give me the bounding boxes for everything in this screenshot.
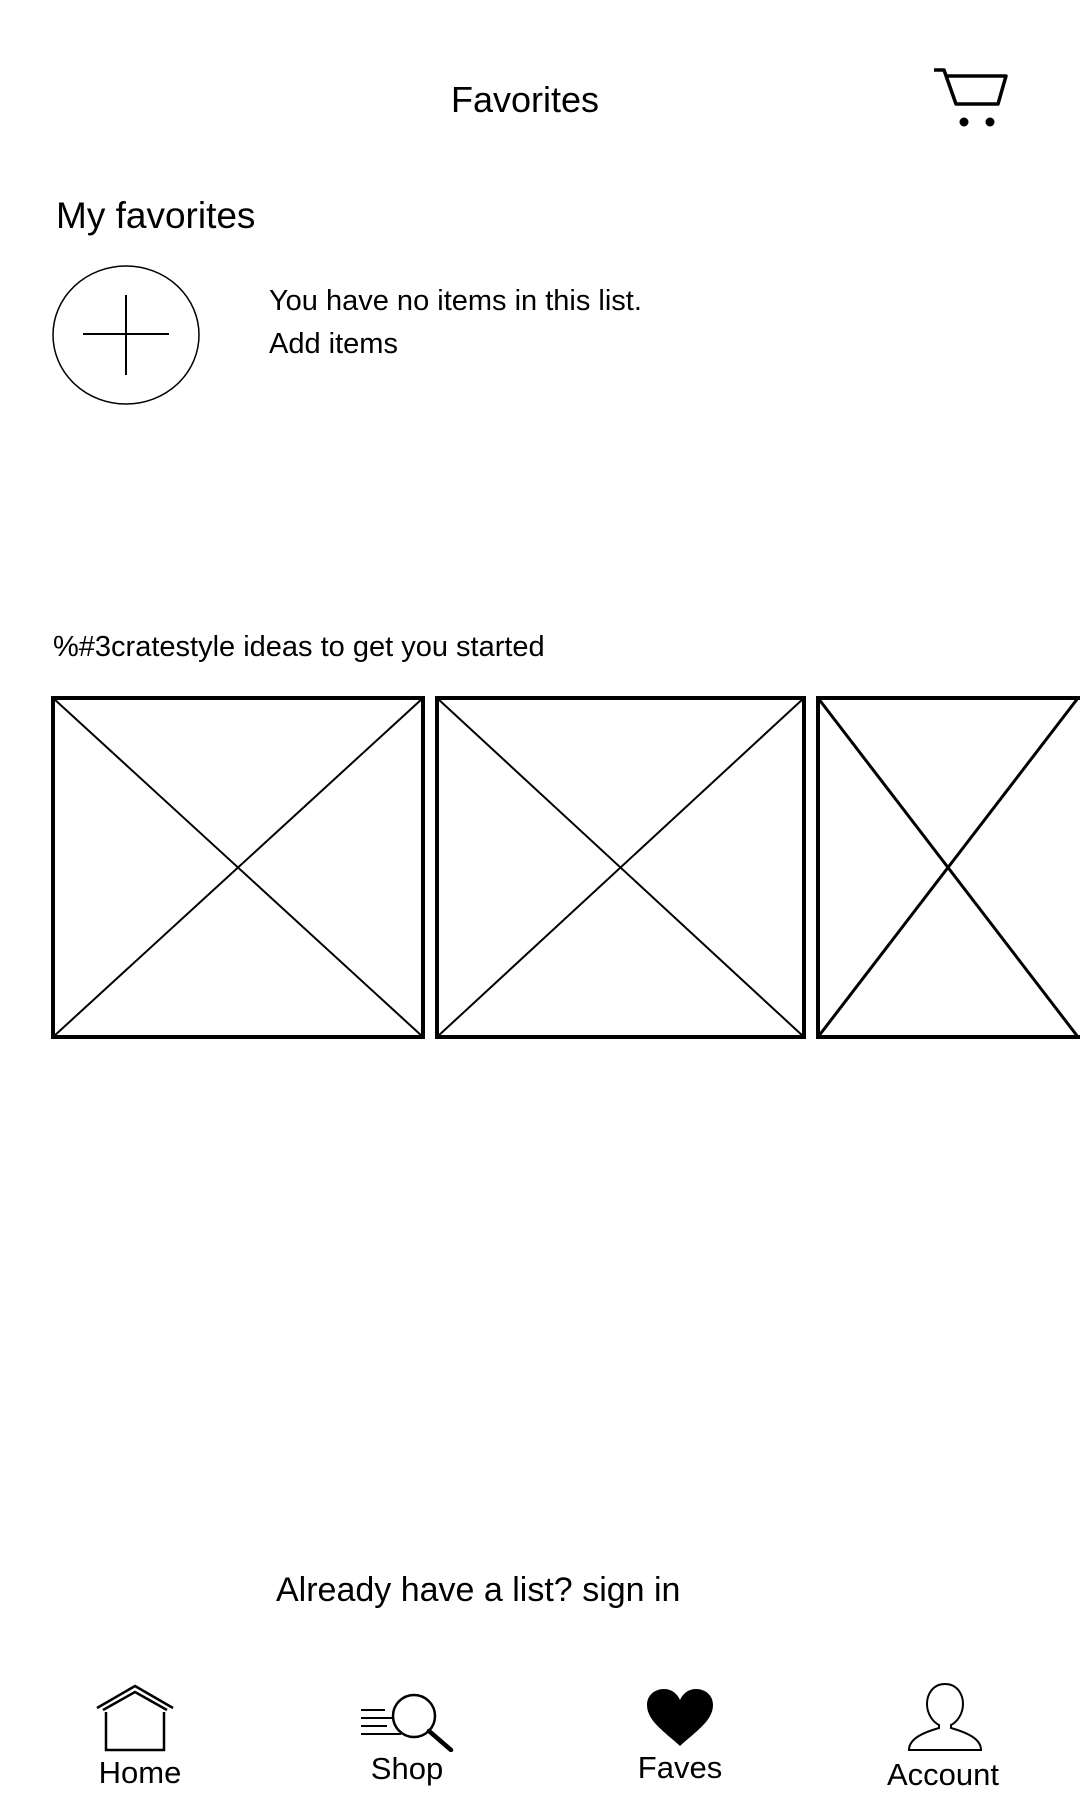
cart-button[interactable] <box>934 66 1012 130</box>
heart-icon <box>647 1689 713 1746</box>
nav-item-account[interactable]: Account <box>878 1680 1008 1795</box>
nav-label-home: Home <box>98 1755 182 1790</box>
my-favorites-heading: My favorites <box>56 195 256 236</box>
user-icon <box>907 1682 983 1751</box>
nav-label-account: Account <box>886 1757 999 1792</box>
nav-item-shop[interactable]: Shop <box>352 1680 462 1795</box>
signin-link[interactable]: sign in <box>582 1571 680 1609</box>
nav-label-faves: Faves <box>637 1750 723 1785</box>
add-items-link[interactable]: Add items <box>269 325 398 363</box>
home-icon <box>96 1684 174 1752</box>
shopping-cart-icon <box>934 68 1008 127</box>
page-title: Favorites <box>450 79 600 120</box>
signin-prompt-text: Already have a list? <box>276 1571 573 1609</box>
search-icon <box>361 1693 454 1752</box>
ideas-heading: %#3cratestyle ideas to get you started <box>53 631 545 663</box>
signin-prompt: Already have a list? sign in <box>276 1568 680 1612</box>
idea-card[interactable] <box>51 696 425 1039</box>
nav-item-faves[interactable]: Faves <box>625 1680 735 1795</box>
nav-label-shop: Shop <box>370 1751 444 1786</box>
image-placeholder-icon <box>816 696 1080 1039</box>
add-item-button[interactable] <box>51 265 203 407</box>
image-placeholder-icon <box>51 696 425 1039</box>
empty-list-message: You have no items in this list. <box>269 285 642 317</box>
image-placeholder-icon <box>435 696 806 1039</box>
idea-card[interactable] <box>816 696 1080 1039</box>
idea-card[interactable] <box>435 696 806 1039</box>
nav-item-home[interactable]: Home <box>90 1680 190 1795</box>
plus-circle-icon <box>52 265 200 405</box>
